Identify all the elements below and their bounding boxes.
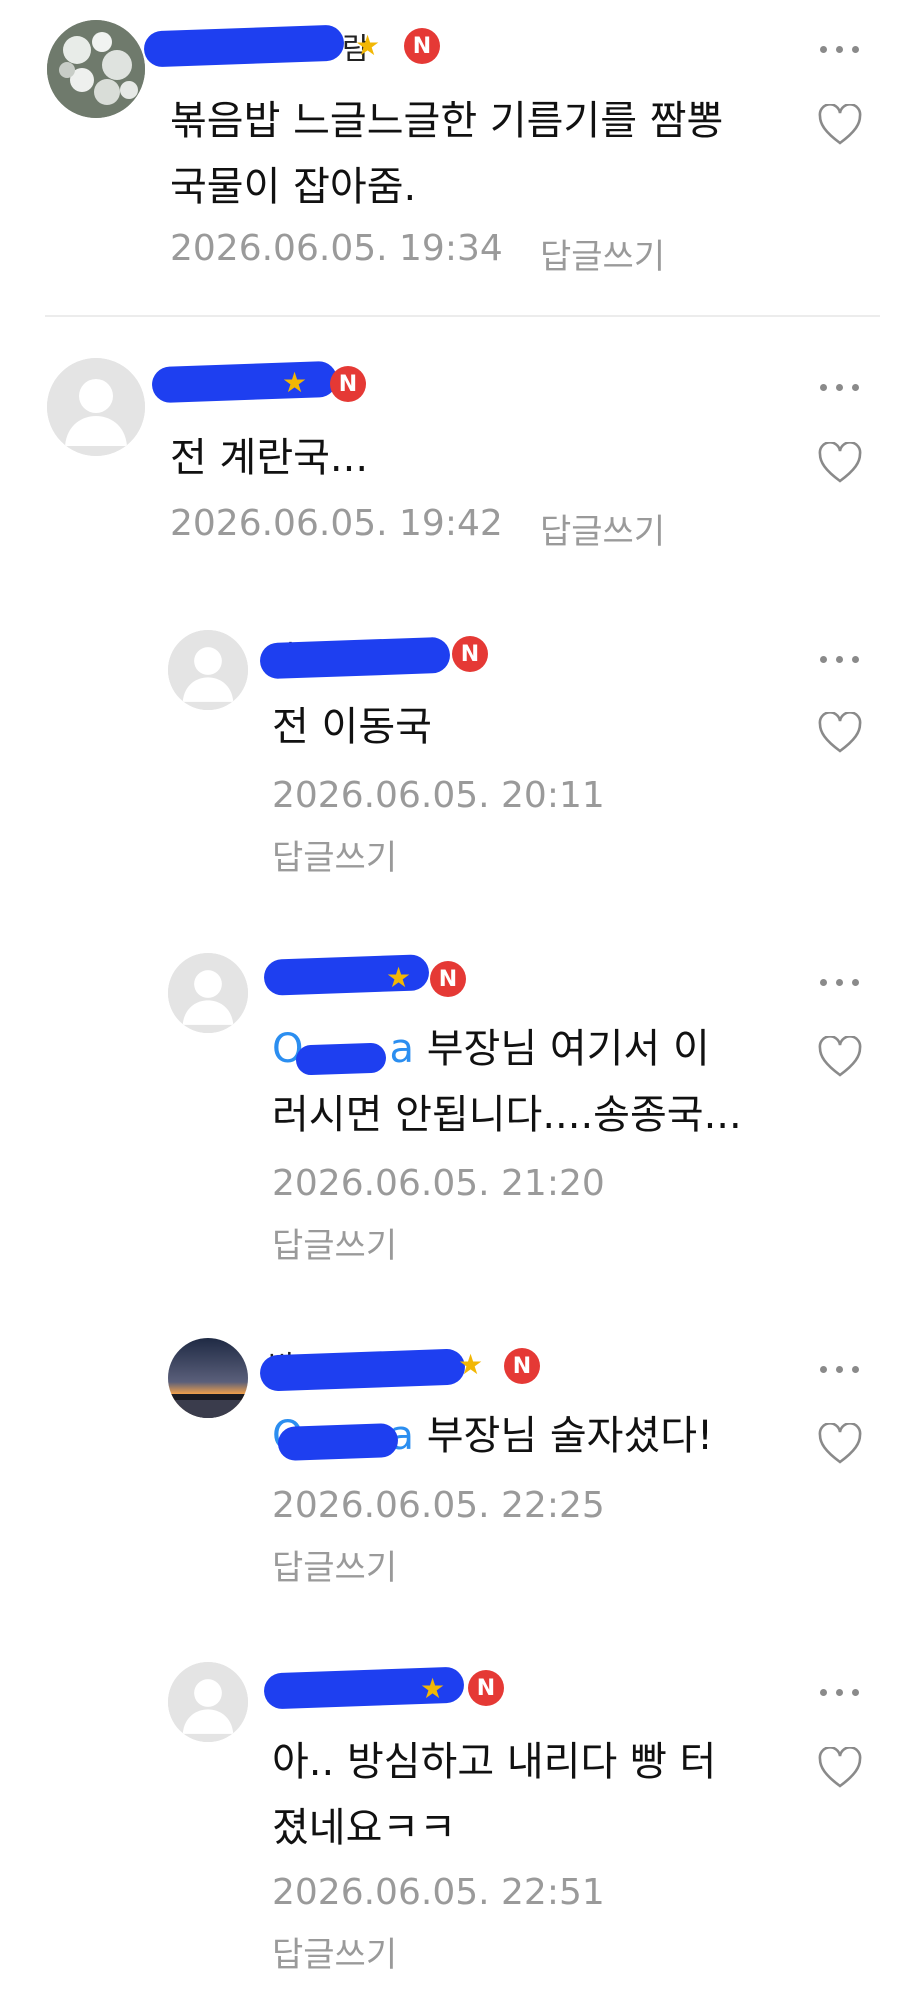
star-icon: ★ (420, 1672, 446, 1705)
heart-icon[interactable] (817, 1423, 863, 1465)
mention-link[interactable]: Oa (272, 1413, 427, 1462)
timestamp: 2026.06.05. 19:42 (170, 503, 503, 544)
comment-body: Oa 부장님 술자셨다! (272, 1403, 792, 1469)
person-icon (168, 1662, 248, 1742)
comment-line: 러시면 안됩니다....송종국... (272, 1092, 742, 1138)
star-icon: ★ (355, 29, 381, 62)
redaction-mark (277, 1422, 399, 1462)
heart-icon[interactable] (817, 442, 863, 484)
timestamp: 2026.06.05. 21:20 (272, 1163, 605, 1204)
heart-icon[interactable] (817, 1747, 863, 1789)
comment-line: 아.. 방심하고 내리다 빵 터 (272, 1739, 717, 1785)
default-avatar[interactable] (168, 953, 248, 1033)
comment-line: Oa 부장님 여기서 이 (272, 1016, 792, 1082)
redaction-mark (151, 360, 338, 404)
more-options-button[interactable] (820, 973, 864, 993)
comment-line: 국물이 잡아줌. (170, 164, 417, 210)
author-name[interactable]: 이 (259, 632, 468, 680)
sunset-photo-icon (168, 1338, 248, 1418)
new-badge: N (468, 1670, 504, 1706)
more-options-button[interactable] (820, 1360, 864, 1380)
new-badge: N (452, 636, 488, 672)
person-icon (168, 630, 248, 710)
heart-icon[interactable] (817, 104, 863, 146)
comment-line: 볶음밥 느글느글한 기름기를 짬뽕 (170, 98, 724, 144)
more-options-button[interactable] (820, 40, 864, 60)
flowers-photo-icon (47, 20, 145, 118)
author-name[interactable]: 람 (143, 24, 372, 68)
redaction-mark (259, 1348, 466, 1392)
new-badge: N (330, 366, 366, 402)
new-badge: N (430, 961, 466, 997)
more-options-button[interactable] (820, 650, 864, 670)
more-options-button[interactable] (820, 1683, 864, 1703)
timestamp: 2026.06.05. 20:11 (272, 775, 605, 816)
comment-body: 볶음밥 느글느글한 기름기를 짬뽕 국물이 잡아줌. (170, 88, 790, 220)
star-icon: ★ (282, 366, 308, 399)
reply-button[interactable]: 답글쓰기 (272, 830, 397, 879)
mention-link[interactable]: Oa (272, 1026, 427, 1076)
comment-line: 졌네요ㅋㅋ (272, 1805, 456, 1851)
new-badge: N (404, 28, 440, 64)
heart-icon[interactable] (817, 712, 863, 754)
reply-button[interactable]: 답글쓰기 (272, 1540, 397, 1589)
comment-body: 전 이동국 (272, 694, 792, 760)
author-name[interactable]: 반 (259, 1342, 468, 1392)
timestamp: 2026.06.05. 19:34 (170, 228, 503, 269)
reply-button[interactable]: 답글쓰기 (540, 504, 665, 553)
redaction-mark (295, 1042, 387, 1076)
comment-line: 전 이동국 (272, 704, 432, 750)
default-avatar[interactable] (168, 1662, 248, 1742)
comment-body: 아.. 방심하고 내리다 빵 터 졌네요ㅋㅋ (272, 1729, 792, 1861)
redaction-mark (143, 24, 345, 68)
comment-line: Oa 부장님 술자셨다! (272, 1403, 792, 1469)
divider (45, 315, 880, 317)
star-icon: ★ (458, 1348, 484, 1381)
default-avatar[interactable] (168, 630, 248, 710)
photo-avatar[interactable] (47, 20, 145, 118)
redaction-mark (259, 636, 451, 680)
comment-body: Oa 부장님 여기서 이 러시면 안됩니다....송종국... (272, 1016, 792, 1148)
comment-line: 전 계란국... (170, 435, 369, 481)
photo-avatar[interactable] (168, 1338, 248, 1418)
heart-icon[interactable] (817, 1036, 863, 1078)
more-options-button[interactable] (820, 378, 864, 398)
timestamp: 2026.06.05. 22:25 (272, 1485, 605, 1526)
new-badge: N (504, 1348, 540, 1384)
person-icon (47, 358, 145, 456)
reply-button[interactable]: 답글쓰기 (540, 229, 665, 278)
timestamp: 2026.06.05. 22:51 (272, 1872, 605, 1913)
reply-button[interactable]: 답글쓰기 (272, 1218, 397, 1267)
default-avatar[interactable] (47, 358, 145, 456)
author-name[interactable]: 홍 (263, 954, 442, 999)
star-icon: ★ (386, 961, 412, 994)
person-icon (168, 953, 248, 1033)
reply-button[interactable]: 답글쓰기 (272, 1927, 397, 1976)
comment-body: 전 계란국... (170, 425, 790, 491)
